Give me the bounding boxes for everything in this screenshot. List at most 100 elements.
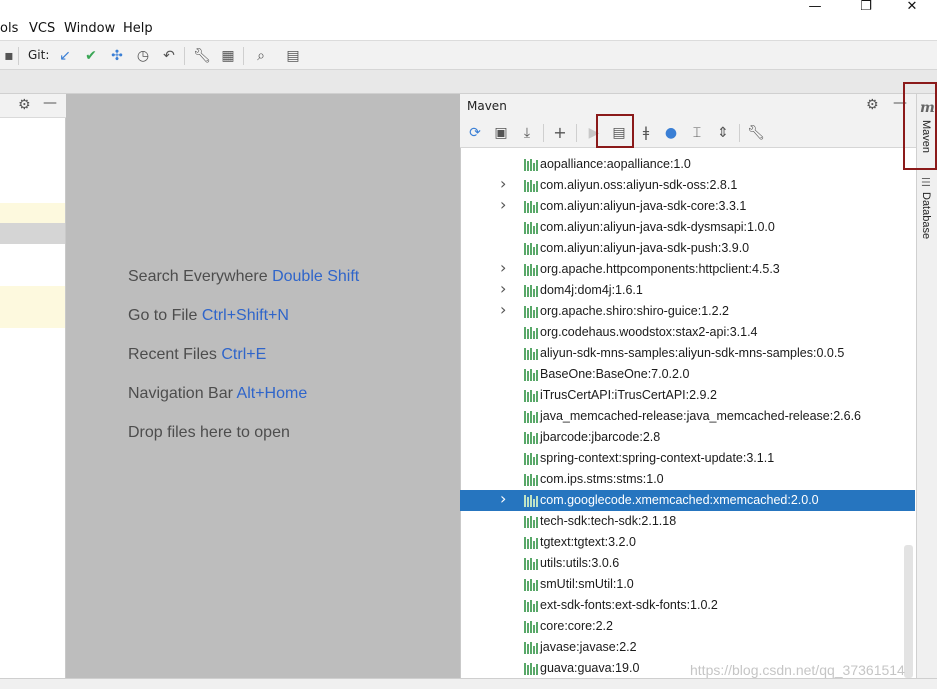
dependency-label: ext-sdk-fonts:ext-sdk-fonts:1.0.2 — [540, 598, 718, 612]
dependency-row[interactable]: com.ips.stms:stms:1.0 — [460, 469, 915, 490]
toolbar-separator — [184, 47, 185, 65]
dependency-row[interactable]: BaseOne:BaseOne:7.0.2.0 — [460, 364, 915, 385]
dependency-label: aliyun-sdk-mns-samples:aliyun-sdk-mns-sa… — [540, 346, 845, 360]
maven-title: Maven — [467, 99, 507, 113]
library-icon — [524, 432, 538, 444]
toolbar-separator — [543, 124, 544, 142]
chevron-right-icon[interactable]: › — [500, 258, 506, 277]
tree-row-selected[interactable] — [0, 223, 65, 244]
revert-icon[interactable]: ↶ — [160, 47, 178, 65]
show-dependencies-icon[interactable]: ⌶ — [688, 124, 706, 142]
gear-icon[interactable]: ⚙ — [866, 97, 879, 113]
dependency-row[interactable]: tgtext:tgtext:3.2.0 — [460, 532, 915, 553]
skip-tests-icon[interactable]: ● — [662, 124, 680, 142]
gear-icon[interactable]: ⚙ — [18, 97, 31, 113]
chevron-right-icon[interactable]: › — [500, 174, 506, 193]
dependency-row[interactable]: ext-sdk-fonts:ext-sdk-fonts:1.0.2 — [460, 595, 915, 616]
restore-button[interactable]: ❐ — [843, 0, 889, 16]
dependency-row[interactable]: › org.apache.shiro:shiro-guice:1.2.2 — [460, 300, 915, 322]
dependency-row[interactable]: tech-sdk:tech-sdk:2.1.18 — [460, 511, 915, 532]
shortcut: Ctrl+E — [221, 346, 267, 363]
git-commit-icon[interactable]: ✔ — [82, 47, 100, 65]
collapse-all-icon[interactable]: ⇕ — [714, 124, 732, 142]
download-icon[interactable]: ⤓ — [518, 124, 536, 142]
library-icon — [524, 516, 538, 528]
dependency-label: tech-sdk:tech-sdk:2.1.18 — [540, 514, 677, 528]
dependency-label: com.ips.stms:stms:1.0 — [540, 472, 664, 486]
library-icon — [524, 474, 538, 486]
menu-bar: ols VCS Window Help — ❐ ✕ — [0, 0, 937, 40]
dependency-row[interactable]: › com.aliyun:aliyun-java-sdk-core:3.3.1 — [460, 195, 915, 217]
menu-vcs[interactable]: VCS — [29, 21, 55, 36]
dependency-row[interactable]: com.aliyun:aliyun-java-sdk-dysmsapi:1.0.… — [460, 217, 915, 238]
dependency-row[interactable]: com.aliyun:aliyun-java-sdk-push:3.9.0 — [460, 238, 915, 259]
dependency-row[interactable]: › com.googlecode.xmemcached:xmemcached:2.… — [460, 489, 915, 511]
dependency-row[interactable]: smUtil:smUtil:1.0 — [460, 574, 915, 595]
toggle-offline-icon[interactable]: ǂ — [637, 124, 655, 142]
dependency-row[interactable]: › dom4j:dom4j:1.6.1 — [460, 279, 915, 301]
dependency-label: iTrusCertAPI:iTrusCertAPI:2.9.2 — [540, 388, 717, 402]
dependency-label: javase:javase:2.2 — [540, 640, 637, 654]
dependency-row[interactable]: › org.apache.httpcomponents:httpclient:4.… — [460, 258, 915, 280]
dependency-row[interactable]: core:core:2.2 — [460, 616, 915, 637]
git-update-icon[interactable]: ↙ — [56, 47, 74, 65]
dependency-row[interactable]: › com.aliyun.oss:aliyun-sdk-oss:2.8.1 — [460, 174, 915, 196]
hint-drop-files: Drop files here to open — [128, 424, 290, 441]
generate-sources-icon[interactable]: ▣ — [492, 124, 510, 142]
reload-icon[interactable]: ⟳ — [466, 124, 484, 142]
dependency-label: com.aliyun.oss:aliyun-sdk-oss:2.8.1 — [540, 178, 738, 192]
tab-database[interactable]: Database — [920, 192, 932, 239]
annotation-box — [903, 82, 937, 170]
library-icon — [524, 642, 538, 654]
hint-go-to-file: Go to File Ctrl+Shift+N — [128, 307, 289, 324]
hint-recent-files: Recent Files Ctrl+E — [128, 346, 267, 363]
project-panel-header: ⚙ — — [0, 94, 66, 118]
dependency-row[interactable]: org.codehaus.woodstox:stax2-api:3.1.4 — [460, 322, 915, 343]
dependency-label: jbarcode:jbarcode:2.8 — [540, 430, 661, 444]
dependency-row[interactable]: aliyun-sdk-mns-samples:aliyun-sdk-mns-sa… — [460, 343, 915, 364]
dependency-row[interactable]: jbarcode:jbarcode:2.8 — [460, 427, 915, 448]
history-icon[interactable]: ◷ — [134, 47, 152, 65]
dependency-label: tgtext:tgtext:3.2.0 — [540, 535, 636, 549]
wrench-icon[interactable]: 🔧︎ — [747, 124, 765, 142]
minimize-panel-icon[interactable]: — — [43, 95, 57, 111]
chevron-right-icon[interactable]: › — [500, 279, 506, 298]
chevron-right-icon[interactable]: › — [500, 489, 506, 508]
menu-window[interactable]: Window — [64, 21, 115, 36]
scrollbar-thumb[interactable] — [904, 545, 913, 678]
dependency-row[interactable]: javase:javase:2.2 — [460, 637, 915, 658]
dependency-row[interactable]: java_memcached-release:java_memcached-re… — [460, 406, 915, 427]
project-panel — [0, 94, 66, 689]
chevron-right-icon[interactable]: › — [500, 300, 506, 319]
library-icon — [524, 411, 538, 423]
menu-tools[interactable]: ols — [0, 21, 18, 36]
git-compare-icon[interactable]: ✣ — [108, 47, 126, 65]
add-icon[interactable]: + — [551, 124, 569, 142]
status-bar — [0, 678, 937, 689]
search-icon[interactable]: ⌕ — [252, 47, 270, 65]
wrench-icon[interactable]: 🔧︎ — [193, 47, 211, 65]
dependency-label: dom4j:dom4j:1.6.1 — [540, 283, 643, 297]
dependency-label: BaseOne:BaseOne:7.0.2.0 — [540, 367, 690, 381]
library-icon — [524, 285, 538, 297]
menu-help[interactable]: Help — [123, 21, 153, 36]
library-icon — [524, 180, 538, 192]
dependency-row[interactable]: spring-context:spring-context-update:3.1… — [460, 448, 915, 469]
stop-icon[interactable]: ▪ — [0, 47, 18, 65]
close-button[interactable]: ✕ — [889, 0, 935, 16]
presentation-icon[interactable]: ▤ — [284, 47, 302, 65]
toolbar-separator — [576, 124, 577, 142]
library-icon — [524, 495, 538, 507]
chevron-right-icon[interactable]: › — [500, 195, 506, 214]
dependency-row[interactable]: utils:utils:3.0.6 — [460, 553, 915, 574]
project-structure-icon[interactable]: ▦ — [219, 47, 237, 65]
dependency-row[interactable]: aopalliance:aopalliance:1.0 — [460, 154, 915, 175]
minimize-button[interactable]: — — [792, 0, 838, 16]
dependency-label: smUtil:smUtil:1.0 — [540, 577, 634, 591]
library-icon — [524, 348, 538, 360]
dependency-label: spring-context:spring-context-update:3.1… — [540, 451, 775, 465]
shortcut: Ctrl+Shift+N — [201, 307, 289, 324]
library-icon — [524, 327, 538, 339]
library-icon — [524, 600, 538, 612]
dependency-row[interactable]: iTrusCertAPI:iTrusCertAPI:2.9.2 — [460, 385, 915, 406]
